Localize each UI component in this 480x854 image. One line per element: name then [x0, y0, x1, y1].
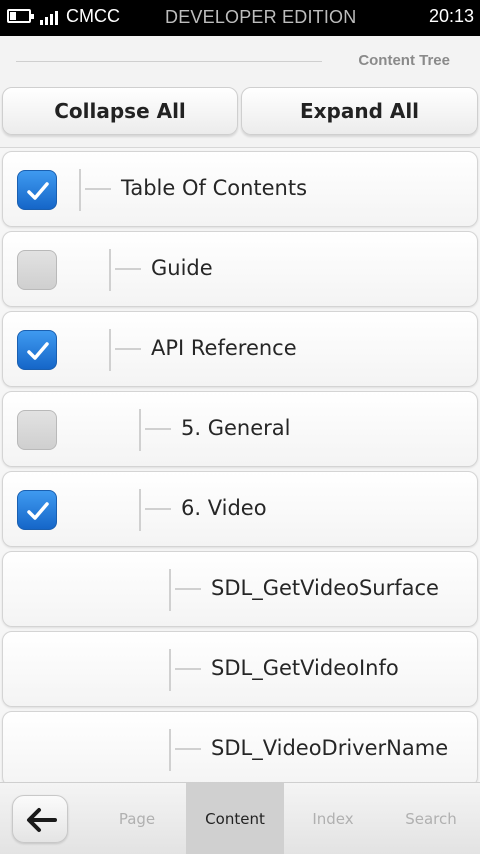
checkbox-checked[interactable]	[17, 490, 57, 530]
tree-row[interactable]: 5. General	[2, 391, 478, 467]
checkmark-icon	[27, 502, 49, 520]
tree-row[interactable]: Guide	[2, 231, 478, 307]
tree-item-label: 5. General	[181, 416, 291, 440]
signal-strength-icon	[40, 11, 60, 25]
carrier-name: CMCC	[66, 6, 120, 26]
bottom-toolbar: Page Content Index Search	[0, 782, 480, 854]
battery-icon	[7, 9, 34, 23]
tab-page[interactable]: Page	[88, 783, 186, 854]
tree-guide-line	[109, 249, 141, 291]
tree-actions: Collapse All Expand All	[0, 82, 480, 148]
tab-content[interactable]: Content	[186, 783, 284, 854]
tab-index[interactable]: Index	[284, 783, 382, 854]
tree-guide-line	[109, 329, 141, 371]
tree-item-label: Guide	[151, 256, 213, 280]
tree-row[interactable]: Table Of Contents	[2, 151, 478, 227]
tree-guide-line	[79, 169, 111, 211]
content-tree: Table Of Contents Guide API Reference 5.…	[0, 149, 480, 782]
tree-item-label: SDL_VideoDriverName	[211, 736, 449, 760]
expand-all-button[interactable]: Expand All	[241, 87, 478, 135]
checkbox-unchecked[interactable]	[17, 250, 57, 290]
status-bar: CMCC DEVELOPER EDITION 20:13	[0, 0, 480, 36]
tree-guide-line	[169, 569, 201, 611]
back-button[interactable]	[12, 795, 68, 843]
checkmark-icon	[27, 182, 49, 200]
tree-row[interactable]: SDL_GetVideoSurface	[2, 551, 478, 627]
collapse-all-button[interactable]: Collapse All	[2, 87, 238, 135]
back-arrow-icon	[27, 808, 57, 832]
clock: 20:13	[428, 6, 474, 26]
tree-item-label: SDL_GetVideoSurface	[211, 576, 439, 600]
tree-item-label: 6. Video	[181, 496, 267, 520]
checkbox-checked[interactable]	[17, 170, 57, 210]
tree-row[interactable]: API Reference	[2, 311, 478, 387]
tab-search[interactable]: Search	[382, 783, 480, 854]
tree-guide-line	[169, 649, 201, 691]
checkbox-unchecked[interactable]	[17, 410, 57, 450]
tree-row[interactable]: SDL_VideoDriverName	[2, 711, 478, 782]
tree-item-label: SDL_GetVideoInfo	[211, 656, 399, 680]
checkmark-icon	[27, 342, 49, 360]
tree-item-label: API Reference	[151, 336, 297, 360]
tree-row[interactable]: 6. Video	[2, 471, 478, 547]
tree-guide-line	[139, 489, 171, 531]
tree-item-label: Table Of Contents	[121, 176, 308, 200]
tree-guide-line	[139, 409, 171, 451]
header-divider	[16, 61, 322, 62]
tree-row[interactable]: SDL_GetVideoInfo	[2, 631, 478, 707]
checkbox-checked[interactable]	[17, 330, 57, 370]
edition-label: DEVELOPER EDITION	[165, 7, 357, 27]
tree-guide-line	[169, 729, 201, 771]
page-title: Content Tree	[358, 52, 450, 69]
content-tree-header: Content Tree	[0, 36, 480, 82]
